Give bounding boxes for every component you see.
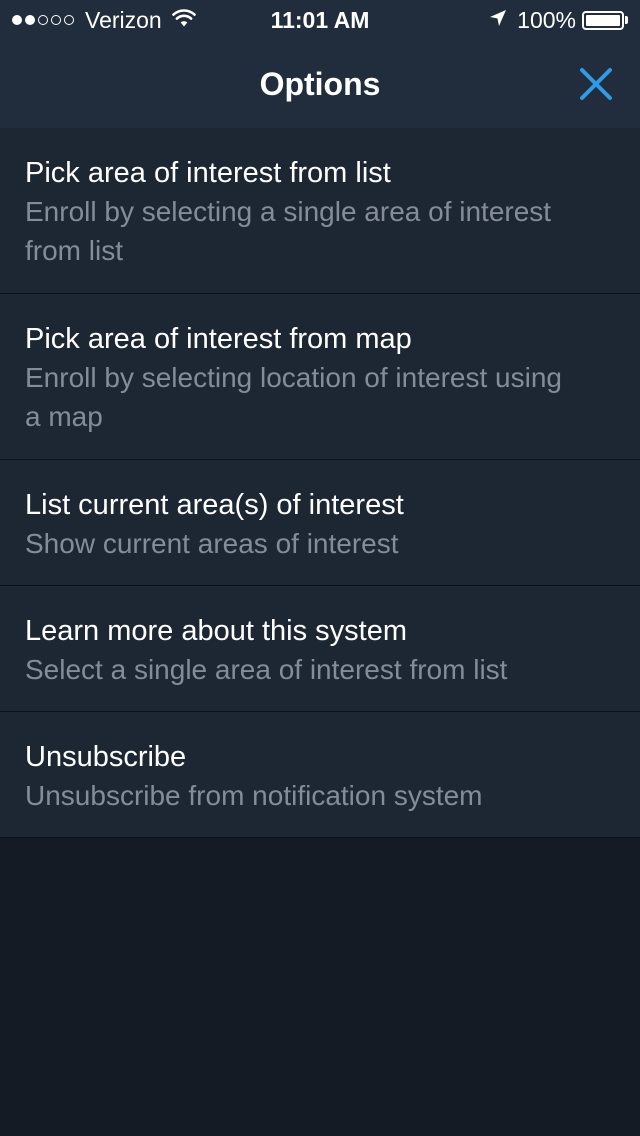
option-title: Pick area of interest from map — [25, 323, 412, 355]
option-subtitle: Enroll by selecting location of interest… — [25, 362, 562, 432]
option-list-current[interactable]: List current area(s) of interest Show cu… — [0, 460, 640, 586]
top-bar: Verizon 11:01 AM 100% Options — [0, 0, 640, 128]
option-subtitle: Enroll by selecting a single area of int… — [25, 196, 552, 266]
option-subtitle: Unsubscribe from notification system — [25, 780, 483, 811]
location-arrow-icon — [489, 9, 507, 32]
battery-percent: 100% — [517, 6, 576, 33]
close-button[interactable] — [566, 56, 626, 112]
page-title: Options — [259, 66, 381, 102]
option-title: Pick area of interest from list — [25, 157, 391, 189]
option-title: List current area(s) of interest — [25, 489, 404, 521]
option-pick-from-map[interactable]: Pick area of interest from map Enroll by… — [0, 294, 640, 460]
option-pick-from-list[interactable]: Pick area of interest from list Enroll b… — [0, 128, 640, 294]
battery-fill — [586, 14, 620, 26]
option-title: Unsubscribe — [25, 741, 187, 773]
battery-body — [582, 10, 624, 30]
option-subtitle: Show current areas of interest — [25, 528, 399, 559]
option-learn-more[interactable]: Learn more about this system Select a si… — [0, 586, 640, 712]
battery-nub — [625, 16, 628, 24]
options-list: Pick area of interest from list Enroll b… — [0, 128, 640, 838]
close-icon — [580, 68, 612, 100]
option-unsubscribe[interactable]: Unsubscribe Unsubscribe from notificatio… — [0, 712, 640, 838]
option-subtitle: Select a single area of interest from li… — [25, 654, 508, 685]
battery-icon — [582, 10, 628, 30]
status-right: 100% — [489, 6, 628, 34]
option-title: Learn more about this system — [25, 615, 408, 647]
status-bar: Verizon 11:01 AM 100% — [0, 0, 640, 40]
